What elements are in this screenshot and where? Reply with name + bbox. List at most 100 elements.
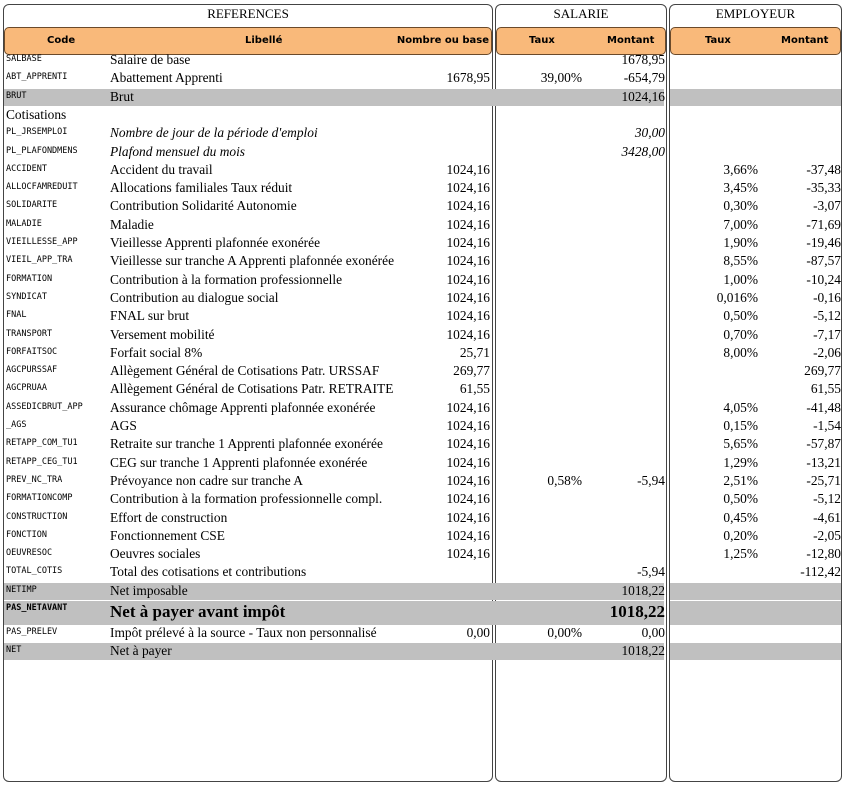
- cell-emp-montant: -5,12: [813, 308, 841, 324]
- cell-emp-taux: 1,29%: [723, 454, 758, 470]
- table-row: MALADIE Maladie 1024,16 7,00% -71,69: [0, 216, 847, 234]
- cell-sal-montant: -5,94: [637, 564, 665, 580]
- cell-libelle: Assurance chômage Apprenti plafonnée exo…: [110, 399, 376, 415]
- cell-libelle: Allègement Général de Cotisations Patr. …: [110, 381, 394, 397]
- cell-base: 1024,16: [446, 399, 490, 415]
- table-row: _AGS AGS 1024,16 0,15% -1,54: [0, 417, 847, 435]
- table-row: PAS_PRELEV Impôt prélevé à la source - Ta…: [0, 624, 847, 642]
- cell-emp-montant: -19,46: [806, 235, 841, 250]
- cell-sal-taux: 0,00%: [547, 625, 582, 640]
- cell-libelle: Forfait social 8%: [110, 344, 203, 360]
- table-row: SYNDICAT Contribution au dialogue social 1…: [0, 289, 847, 307]
- cell-code: PAS_NETAVANT: [6, 603, 68, 613]
- cell-code: FORMATIONCOMP: [6, 493, 73, 504]
- cell-libelle: FNAL sur brut: [110, 308, 190, 324]
- cell-libelle: Contribution à la formation professionne…: [110, 491, 383, 507]
- table-row: PL_PLAFONDMENS Plafond mensuel du mois 342…: [0, 143, 847, 161]
- cell-libelle: Net à payer: [110, 643, 172, 659]
- cell-base: 1024,16: [446, 326, 490, 342]
- cell-libelle: AGS: [110, 418, 137, 433]
- cell-sal-montant: 1018,22: [621, 643, 665, 659]
- table-row: ABT_APPRENTI Abattement Apprenti 1678,95 39…: [0, 69, 847, 87]
- cell-code: BRUT: [6, 90, 27, 101]
- cell-emp-taux: 1,25%: [723, 546, 758, 562]
- cell-emp-montant: -12,80: [806, 546, 841, 562]
- cell-libelle: Contribution au dialogue social: [110, 289, 279, 305]
- cell-libelle: Salaire de base: [110, 52, 191, 67]
- cell-emp-montant: -2,06: [813, 344, 841, 360]
- salarie-title: SALARIE: [553, 6, 609, 21]
- cell-emp-montant: -41,48: [806, 399, 841, 415]
- cell-libelle: Net à payer avant impôt: [110, 602, 286, 621]
- table-row: NETIMP Net imposable 1018,22: [0, 582, 847, 600]
- table-row: ACCIDENT Accident du travail 1024,16 3,66% -…: [0, 161, 847, 179]
- cell-code: ACCIDENT: [6, 163, 47, 174]
- cell-emp-montant: -57,87: [806, 436, 841, 452]
- cell-base: 1024,16: [446, 491, 490, 507]
- cell-sal-montant: 1018,22: [609, 602, 665, 621]
- cell-base: 61,55: [459, 381, 490, 397]
- cell-emp-montant: -2,05: [813, 527, 841, 543]
- cell-emp-taux: 0,016%: [716, 289, 758, 305]
- cell-emp-taux: 1,00%: [723, 271, 758, 287]
- cell-emp-montant: -13,21: [806, 454, 841, 470]
- table-row: Cotisations: [0, 106, 847, 124]
- table-row: ASSEDICBRUT_APP Assurance chômage Apprent…: [0, 399, 847, 417]
- cell-sal-montant: 1018,22: [621, 582, 665, 598]
- cell-emp-taux: 0,30%: [723, 198, 758, 214]
- cell-emp-montant: -10,24: [806, 271, 841, 287]
- cell-emp-taux: 0,50%: [723, 491, 758, 507]
- cell-code: FORMATION: [6, 273, 53, 284]
- cell-code: ALLOCFAMREDUIT: [6, 182, 78, 193]
- cell-emp-taux: 5,65%: [723, 436, 758, 452]
- table-row: ALLOCFAMREDUIT Allocations familiales Tau…: [0, 179, 847, 197]
- cell-emp-taux: 8,55%: [723, 253, 758, 269]
- cell-sal-montant: 3428,00: [621, 143, 665, 159]
- cell-base: 1024,16: [446, 253, 490, 269]
- cell-emp-montant: 61,55: [810, 381, 841, 397]
- cell-code: CONSTRUCTION: [6, 511, 68, 522]
- cell-code: PL_PLAFONDMENS: [6, 145, 78, 156]
- cell-emp-montant: -1,54: [813, 418, 841, 433]
- cell-base: 1024,16: [446, 180, 490, 196]
- table-row: NET Net à payer 1018,22: [0, 642, 847, 661]
- cell-emp-taux: 2,51%: [723, 472, 758, 488]
- table-row: RETAPP_COM_TU1 Retraite sur tranche 1 App…: [0, 435, 847, 453]
- cell-libelle: Vieillesse sur tranche A Apprenti plafon…: [110, 253, 395, 269]
- cell-sal-taux: 39,00%: [540, 70, 582, 86]
- cell-sal-taux: 0,58%: [547, 472, 582, 488]
- cell-code: TOTAL_COTIS: [6, 566, 63, 577]
- cell-emp-taux: 0,15%: [723, 418, 758, 433]
- cell-code: FONCTION: [6, 529, 47, 540]
- cell-emp-taux: 8,00%: [723, 344, 758, 360]
- cell-libelle: Impôt prélevé à la source - Taux non per…: [110, 625, 377, 640]
- cell-emp-montant: -4,61: [813, 509, 841, 525]
- cell-emp-taux: 3,45%: [723, 180, 758, 196]
- table-row: AGCPURSSAF Allègement Général de Cotisati…: [0, 362, 847, 380]
- cell-code: AGCPURSSAF: [6, 365, 58, 376]
- table-row: TRANSPORT Versement mobilité 1024,16 0,70% -…: [0, 326, 847, 344]
- table-row: FORMATIONCOMP Contribution à la formation…: [0, 490, 847, 508]
- table-row: OEUVRESOC Oeuvres sociales 1024,16 1,25% -12…: [0, 545, 847, 563]
- cell-libelle: Total des cotisations et contributions: [110, 564, 307, 580]
- cell-emp-taux: 0,45%: [723, 509, 758, 525]
- cell-libelle: Net imposable: [110, 582, 188, 598]
- table-row: PREV_NC_TRA Prévoyance non cadre sur tran…: [0, 472, 847, 490]
- cell-code: NETIMP: [6, 584, 37, 595]
- cell-emp-taux: 0,70%: [723, 326, 758, 342]
- cell-libelle: Brut: [110, 88, 134, 104]
- cell-libelle: Plafond mensuel du mois: [110, 143, 246, 159]
- cell-code: PAS_PRELEV: [6, 627, 58, 637]
- cell-base: 1024,16: [446, 509, 490, 525]
- cell-libelle: Prévoyance non cadre sur tranche A: [110, 472, 303, 488]
- cell-emp-montant: -7,17: [813, 326, 841, 342]
- cell-libelle: Contribution à la formation professionne…: [110, 271, 343, 287]
- references-title: REFERENCES: [207, 6, 289, 21]
- cell-emp-montant: -71,69: [806, 216, 841, 232]
- cell-libelle: Vieillesse Apprenti plafonnée exonérée: [110, 235, 321, 250]
- cell-code: AGCPRUAA: [6, 383, 47, 394]
- cell-base: 1024,16: [446, 161, 490, 177]
- cell-libelle: Allègement Général de Cotisations Patr. …: [110, 363, 380, 379]
- cell-libelle: Cotisations: [6, 106, 67, 122]
- cell-sal-montant: 1678,95: [621, 52, 665, 67]
